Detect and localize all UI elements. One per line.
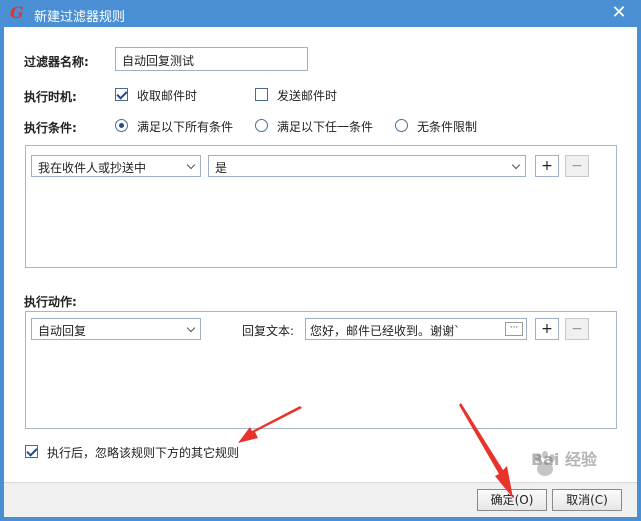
any-condition-label: 满足以下任一条件	[277, 120, 374, 134]
filter-rule-dialog: G 新建过滤器规则 ✕ 过滤器名称: 自动回复测试 执行时机: 收取邮件时 发送…	[0, 0, 641, 521]
cancel-button[interactable]: 取消(C)	[552, 489, 622, 511]
any-condition-radio[interactable]	[255, 119, 268, 132]
receive-mail-label: 收取邮件时	[137, 89, 198, 103]
reply-text-value: 您好，邮件已经收到。谢谢`	[310, 324, 461, 338]
send-mail-checkbox[interactable]	[255, 88, 268, 101]
window-title: 新建过滤器规则	[34, 10, 126, 25]
action-type-select[interactable]: 自动回复	[31, 318, 201, 340]
reply-text-input[interactable]: 您好，邮件已经收到。谢谢` ···	[305, 318, 527, 340]
filter-name-label: 过滤器名称:	[24, 55, 89, 69]
chevron-down-icon	[186, 160, 196, 170]
receive-mail-checkbox[interactable]	[115, 88, 128, 101]
add-action-button[interactable]: +	[535, 318, 559, 340]
send-mail-label: 发送邮件时	[277, 89, 338, 103]
all-conditions-label: 满足以下所有条件	[137, 120, 234, 134]
action-type-value: 自动回复	[38, 324, 87, 338]
exec-action-label: 执行动作:	[24, 295, 77, 309]
remove-action-button[interactable]: −	[565, 318, 589, 340]
condition-operator-value: 是	[215, 161, 228, 175]
condition-field-select[interactable]: 我在收件人或抄送中	[31, 155, 201, 177]
no-condition-radio[interactable]	[395, 119, 408, 132]
app-logo-icon: G	[10, 3, 24, 22]
annotation-arrow-icon	[238, 406, 302, 443]
dialog-footer: 确定(O) 取消(C)	[4, 482, 637, 517]
conditions-panel: 我在收件人或抄送中 是 + −	[25, 145, 617, 268]
chevron-down-icon	[186, 323, 196, 333]
remove-condition-button[interactable]: −	[565, 155, 589, 177]
ellipsis-icon[interactable]: ···	[505, 322, 523, 336]
condition-field-value: 我在收件人或抄送中	[38, 161, 147, 175]
exec-timing-label: 执行时机:	[24, 90, 77, 104]
annotation-arrow-icon	[459, 403, 513, 498]
close-icon[interactable]: ✕	[609, 3, 629, 23]
all-conditions-radio[interactable]	[115, 119, 128, 132]
skip-rules-checkbox[interactable]	[25, 445, 38, 458]
dialog-body: 过滤器名称: 自动回复测试 执行时机: 收取邮件时 发送邮件时 执行条件: 满足…	[4, 27, 637, 517]
exec-condition-label: 执行条件:	[24, 121, 77, 135]
no-condition-label: 无条件限制	[417, 120, 478, 134]
skip-rules-label: 执行后，忽略该规则下方的其它规则	[47, 446, 240, 460]
chevron-down-icon	[511, 160, 521, 170]
add-condition-button[interactable]: +	[535, 155, 559, 177]
titlebar: G 新建过滤器规则 ✕	[0, 0, 641, 27]
actions-panel: 自动回复 回复文本: 您好，邮件已经收到。谢谢` ··· + −	[25, 311, 617, 429]
reply-text-label: 回复文本:	[242, 324, 295, 338]
condition-operator-select[interactable]: 是	[208, 155, 526, 177]
filter-name-input[interactable]: 自动回复测试	[115, 47, 308, 71]
baidu-jingyan-watermark: Bai 经验	[530, 450, 597, 469]
